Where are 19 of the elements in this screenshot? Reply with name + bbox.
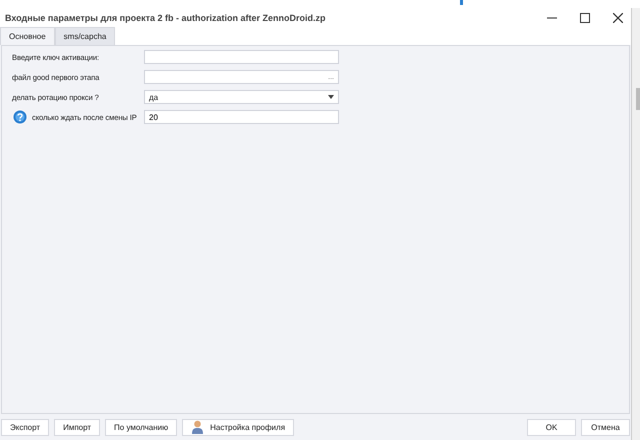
maximize-icon[interactable] (580, 12, 590, 22)
tab[interactable]: Основное (0, 27, 55, 45)
help-icon[interactable] (13, 110, 27, 124)
input-field[interactable]: 20 (144, 110, 339, 124)
tab[interactable]: sms/capcha (54, 27, 116, 45)
caret-icon (328, 95, 334, 99)
dropdown[interactable]: да (144, 90, 339, 104)
window-title: Входные параметры для проекта 2 fb - authorization after ZennoDroid.zp (5, 12, 326, 22)
person-icon (191, 420, 204, 434)
close-icon[interactable] (613, 12, 623, 22)
dialog-button[interactable]: Экспорт (1, 418, 50, 436)
dialog-button[interactable]: Настройка профиля (182, 418, 294, 436)
input-field[interactable] (144, 50, 339, 64)
dialog-button[interactable]: Импорт (54, 418, 100, 436)
dialog-button[interactable]: OK (527, 418, 576, 436)
bar-icon (460, 0, 463, 5)
dropdown-value: да (149, 92, 158, 102)
dialog-button[interactable]: По умолчанию (105, 418, 178, 436)
dialog-button[interactable]: Отмена (581, 418, 630, 436)
